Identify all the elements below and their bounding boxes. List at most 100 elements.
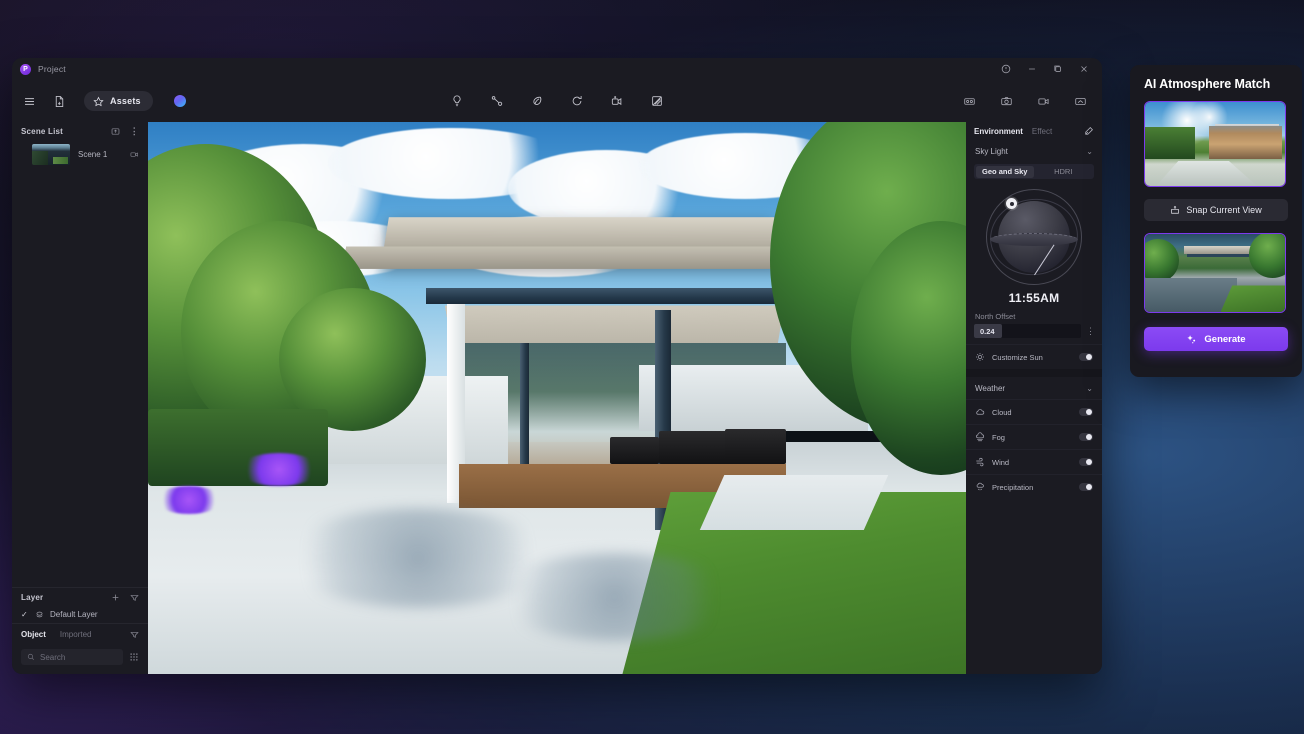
thumb-tree bbox=[1248, 234, 1285, 278]
window-controls bbox=[1000, 58, 1098, 80]
sun-position-sphere[interactable] bbox=[985, 189, 1083, 285]
thumb-hedge bbox=[1145, 127, 1196, 160]
weather-label-fog: Fog bbox=[992, 432, 1005, 442]
page-title: AI Atmosphere Match bbox=[1144, 77, 1271, 91]
search-input[interactable]: Search bbox=[21, 649, 123, 665]
sofa bbox=[659, 431, 733, 465]
reference-image bbox=[1145, 102, 1285, 186]
help-icon[interactable] bbox=[1000, 63, 1012, 75]
sun-handle[interactable] bbox=[1006, 198, 1017, 209]
file-import-icon[interactable] bbox=[50, 92, 68, 110]
animate-icon[interactable] bbox=[608, 92, 626, 110]
chevron-down-icon[interactable]: ⌄ bbox=[1086, 147, 1093, 156]
camera-small-icon[interactable] bbox=[130, 150, 139, 159]
filter-icon[interactable] bbox=[130, 593, 139, 602]
minimize-button[interactable] bbox=[1026, 63, 1038, 75]
left-sidebar: Scene List ⋮ Scene 1 Layer ✓ Default Lay… bbox=[12, 122, 148, 674]
export-tray-icon[interactable] bbox=[1073, 94, 1088, 109]
3d-viewport[interactable] bbox=[148, 122, 966, 674]
reference-image-thumbnail[interactable] bbox=[1144, 101, 1286, 187]
layer-icon bbox=[35, 610, 44, 619]
weather-group-header[interactable]: Weather ⌄ bbox=[966, 377, 1102, 399]
line-measure-icon[interactable] bbox=[488, 92, 506, 110]
filter-icon[interactable] bbox=[130, 630, 139, 639]
snapshot-icon bbox=[1170, 205, 1180, 215]
weather-toggle-precipitation[interactable] bbox=[1079, 483, 1093, 491]
more-vertical-icon[interactable]: ⋮ bbox=[130, 126, 139, 136]
panorama-icon[interactable] bbox=[962, 94, 977, 109]
scene-name: Scene 1 bbox=[78, 150, 108, 159]
refresh-rotate-icon[interactable] bbox=[568, 92, 586, 110]
tab-effect[interactable]: Effect bbox=[1032, 127, 1052, 136]
thumb-path bbox=[1156, 160, 1257, 186]
thumb-tree bbox=[1145, 238, 1179, 283]
maximize-button[interactable] bbox=[1052, 63, 1064, 75]
properties-tabs: Environment Effect bbox=[966, 122, 1102, 140]
weather-toggle-wind[interactable] bbox=[1079, 458, 1093, 466]
main-toolbar: Assets bbox=[12, 80, 1102, 122]
desktop-backdrop: P Project Assets Scene List ⋮ Scene 1 La… bbox=[0, 0, 1304, 734]
list-item[interactable]: Scene 1 bbox=[12, 140, 148, 169]
weather-row-wind[interactable]: Wind bbox=[966, 449, 1102, 474]
customize-sun-toggle[interactable] bbox=[1079, 353, 1093, 361]
tab-object[interactable]: Object bbox=[21, 630, 46, 639]
sky-light-title: Sky Light bbox=[975, 146, 1008, 156]
weather-row-cloud[interactable]: Cloud bbox=[966, 399, 1102, 424]
plus-icon[interactable] bbox=[111, 593, 120, 602]
properties-panel: Environment Effect Sky Light ⌄ Geo and S… bbox=[966, 122, 1102, 674]
layer-name: Default Layer bbox=[50, 610, 98, 619]
layer-checked-icon[interactable]: ✓ bbox=[21, 610, 29, 619]
hamburger-menu-icon[interactable] bbox=[20, 92, 38, 110]
paving-strip bbox=[700, 475, 889, 531]
segment-hdri[interactable]: HDRI bbox=[1034, 166, 1093, 178]
layer-header: Layer bbox=[12, 588, 148, 606]
section-gap bbox=[966, 369, 1102, 377]
snap-current-view-label: Snap Current View bbox=[1186, 205, 1262, 215]
weather-row-fog[interactable]: Fog bbox=[966, 424, 1102, 449]
more-vertical-icon[interactable]: ⋮ bbox=[1086, 326, 1095, 337]
scene-list-empty-area bbox=[12, 169, 148, 587]
roof-edge bbox=[342, 246, 804, 270]
assets-label: Assets bbox=[110, 96, 141, 106]
application-window: P Project Assets Scene List ⋮ Scene 1 La… bbox=[12, 58, 1102, 674]
video-camera-icon[interactable] bbox=[1036, 94, 1051, 109]
north-offset-row: 0.24 ⋮ bbox=[966, 324, 1102, 338]
weather-toggle-fog[interactable] bbox=[1079, 433, 1093, 441]
current-view-image bbox=[1145, 234, 1285, 312]
add-scene-icon[interactable] bbox=[111, 127, 120, 136]
camera-icon[interactable] bbox=[999, 94, 1014, 109]
reset-icon[interactable] bbox=[1084, 126, 1094, 136]
precipitation-icon bbox=[975, 482, 985, 492]
weather-row-precipitation[interactable]: Precipitation bbox=[966, 474, 1102, 499]
chevron-down-icon[interactable]: ⌄ bbox=[1086, 384, 1093, 393]
grid-view-icon[interactable] bbox=[129, 652, 139, 662]
scene-thumbnail bbox=[32, 144, 70, 165]
assets-button[interactable]: Assets bbox=[84, 91, 153, 111]
north-offset-input[interactable]: 0.24 bbox=[974, 324, 1081, 338]
scene-list-header: Scene List ⋮ bbox=[12, 122, 148, 140]
render-grid-icon[interactable] bbox=[648, 92, 666, 110]
north-offset-value: 0.24 bbox=[980, 326, 995, 336]
current-view-thumbnail[interactable] bbox=[1144, 233, 1286, 313]
search-placeholder: Search bbox=[40, 652, 66, 662]
weather-toggle-cloud[interactable] bbox=[1079, 408, 1093, 416]
close-button[interactable] bbox=[1078, 63, 1090, 75]
leaf-paint-icon[interactable] bbox=[528, 92, 546, 110]
tab-environment[interactable]: Environment bbox=[974, 127, 1023, 136]
snap-current-view-button[interactable]: Snap Current View bbox=[1144, 199, 1288, 221]
layer-title: Layer bbox=[21, 592, 44, 602]
segment-geo-and-sky[interactable]: Geo and Sky bbox=[975, 165, 1034, 178]
ai-atmosphere-match-panel: AI Atmosphere Match Snap Current View Ge… bbox=[1130, 65, 1302, 377]
sky-light-group-header[interactable]: Sky Light ⌄ bbox=[966, 140, 1102, 162]
customize-sun-row[interactable]: Customize Sun bbox=[966, 344, 1102, 369]
tab-imported[interactable]: Imported bbox=[60, 630, 92, 639]
generate-label: Generate bbox=[1204, 333, 1246, 345]
assets-star-icon bbox=[93, 96, 104, 107]
steel-beam bbox=[426, 287, 795, 305]
bulb-icon[interactable] bbox=[448, 92, 466, 110]
fog-icon bbox=[975, 432, 985, 442]
list-item[interactable]: ✓ Default Layer bbox=[12, 606, 148, 623]
generate-button[interactable]: Generate bbox=[1144, 327, 1288, 351]
user-avatar[interactable] bbox=[173, 95, 186, 107]
sofa bbox=[724, 428, 787, 465]
